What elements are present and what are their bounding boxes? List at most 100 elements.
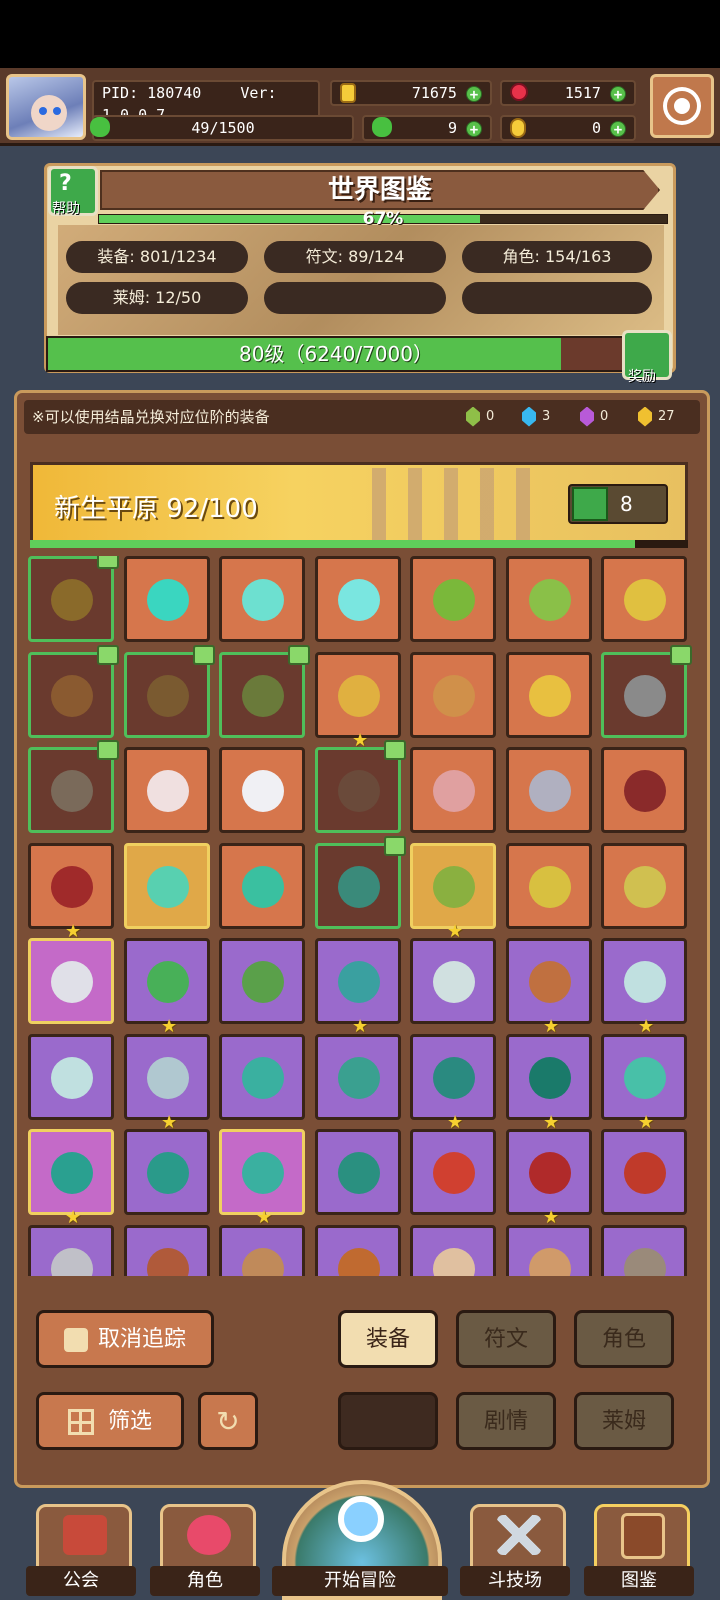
equipment-slot[interactable] bbox=[219, 938, 305, 1024]
equipment-item-icon bbox=[529, 1057, 571, 1099]
tracked-thumbs-up-icon bbox=[97, 645, 119, 665]
equipment-slot[interactable] bbox=[315, 1225, 401, 1276]
crystal-counter: 27 bbox=[638, 406, 675, 428]
equipment-slot[interactable] bbox=[219, 1034, 305, 1120]
equipment-slot[interactable] bbox=[506, 556, 592, 642]
equipment-slot[interactable] bbox=[124, 1225, 210, 1276]
equipment-slot[interactable] bbox=[28, 556, 119, 642]
equipment-slot[interactable] bbox=[315, 740, 406, 833]
equipment-slot[interactable]: ★ bbox=[124, 938, 210, 1036]
equipment-item-icon bbox=[147, 1248, 189, 1276]
equipment-slot[interactable] bbox=[410, 556, 496, 642]
equipment-slot[interactable] bbox=[124, 645, 215, 738]
notice-text: ※可以使用结晶兑换对应位阶的装备 bbox=[32, 408, 270, 426]
stat-slime: 莱姆: 12/50 bbox=[66, 282, 248, 314]
tracked-thumbs-up-icon bbox=[97, 740, 119, 760]
equipment-slot[interactable] bbox=[219, 843, 305, 929]
equipment-item-icon bbox=[529, 675, 571, 717]
equipment-slot[interactable] bbox=[124, 747, 210, 833]
equipment-slot[interactable] bbox=[28, 740, 119, 833]
equipment-slot[interactable] bbox=[601, 843, 687, 929]
equipment-slot[interactable]: ★ bbox=[124, 1034, 210, 1132]
equipment-slot[interactable] bbox=[601, 1129, 687, 1215]
stamina-bar: 49/1500 bbox=[90, 115, 354, 141]
equipment-slot[interactable] bbox=[410, 1129, 496, 1215]
equipment-slot[interactable] bbox=[410, 1225, 496, 1276]
equipment-slot[interactable] bbox=[124, 843, 210, 929]
tab-slime[interactable]: 莱姆 bbox=[574, 1392, 674, 1450]
equipment-slot[interactable]: ★ bbox=[410, 843, 496, 941]
gem-bar: 1517 + bbox=[500, 80, 636, 106]
add-coin-button[interactable]: + bbox=[466, 85, 482, 103]
question-icon: ? bbox=[59, 171, 72, 196]
equipment-slot[interactable] bbox=[124, 556, 210, 642]
equipment-slot[interactable]: ★ bbox=[601, 1034, 687, 1132]
equipment-slot[interactable]: ★ bbox=[601, 938, 687, 1036]
equipment-item-icon bbox=[338, 1057, 380, 1099]
equipment-slot[interactable] bbox=[410, 652, 496, 738]
equipment-slot[interactable]: ★ bbox=[410, 1034, 496, 1132]
equipment-item-icon bbox=[242, 961, 284, 1003]
equipment-slot[interactable] bbox=[601, 556, 687, 642]
equipment-slot[interactable] bbox=[124, 1129, 210, 1215]
tab-rune[interactable]: 符文 bbox=[456, 1310, 556, 1368]
equipment-item-icon bbox=[242, 1152, 284, 1194]
crossed-swords-icon bbox=[497, 1515, 541, 1555]
tab-equipment[interactable]: 装备 bbox=[338, 1310, 438, 1368]
settings-gear-icon[interactable] bbox=[650, 74, 714, 138]
equipment-slot[interactable]: ★ bbox=[315, 938, 401, 1036]
tracked-thumbs-up-icon bbox=[384, 836, 406, 856]
equipment-slot[interactable] bbox=[28, 938, 114, 1024]
equipment-slot[interactable] bbox=[410, 747, 496, 833]
crystal-count: 0 bbox=[486, 409, 495, 424]
equipment-slot[interactable] bbox=[410, 938, 496, 1024]
equipment-slot[interactable] bbox=[601, 747, 687, 833]
refresh-button[interactable]: ↻ bbox=[198, 1392, 258, 1450]
equipment-slot[interactable] bbox=[219, 556, 305, 642]
equipment-slot[interactable] bbox=[315, 836, 406, 929]
equipment-slot[interactable]: ★ bbox=[219, 1129, 305, 1227]
region-progress-bar bbox=[30, 540, 688, 548]
untrack-button[interactable]: 取消追踪 bbox=[36, 1310, 214, 1368]
equipment-slot[interactable] bbox=[506, 652, 592, 738]
add-gem-button[interactable]: + bbox=[610, 85, 626, 103]
equipment-slot[interactable]: ★ bbox=[28, 1129, 114, 1227]
stat-equipment: 装备: 801/1234 bbox=[66, 241, 248, 273]
equipment-item-icon bbox=[624, 1248, 666, 1276]
equipment-slot[interactable] bbox=[506, 747, 592, 833]
equipment-item-icon bbox=[338, 961, 380, 1003]
equipment-slot[interactable]: ★ bbox=[506, 938, 592, 1036]
equipment-slot[interactable] bbox=[28, 1034, 114, 1120]
equipment-item-icon bbox=[242, 675, 284, 717]
crystal-icon bbox=[580, 406, 594, 427]
equipment-slot[interactable] bbox=[219, 747, 305, 833]
equipment-item-icon bbox=[147, 675, 189, 717]
guild-building-icon bbox=[63, 1515, 107, 1555]
equipment-slot[interactable] bbox=[315, 1129, 401, 1215]
add-key-button[interactable]: + bbox=[610, 120, 626, 138]
equipment-slot[interactable] bbox=[219, 1225, 305, 1276]
equipment-slot[interactable] bbox=[219, 645, 310, 738]
equipment-slot[interactable] bbox=[601, 645, 692, 738]
tab-character[interactable]: 角色 bbox=[574, 1310, 674, 1368]
equipment-slot[interactable] bbox=[28, 645, 119, 738]
equipment-slot[interactable] bbox=[315, 1034, 401, 1120]
equipment-slot[interactable] bbox=[506, 1225, 592, 1276]
equipment-slot[interactable]: ★ bbox=[506, 1034, 592, 1132]
equipment-slot[interactable]: ★ bbox=[315, 652, 401, 750]
level-text: 80级（6240/7000） bbox=[239, 342, 433, 366]
equipment-item-icon bbox=[529, 770, 571, 812]
equipment-slot[interactable] bbox=[601, 1225, 687, 1276]
gem-icon bbox=[510, 83, 528, 101]
equipment-slot[interactable]: ★ bbox=[28, 843, 114, 941]
filter-button[interactable]: 筛选 bbox=[36, 1392, 184, 1450]
equipment-item-icon bbox=[51, 770, 93, 812]
equipment-slot[interactable] bbox=[315, 556, 401, 642]
equipment-slot[interactable] bbox=[506, 843, 592, 929]
tab-story[interactable]: 剧情 bbox=[456, 1392, 556, 1450]
player-avatar[interactable] bbox=[6, 74, 86, 140]
add-clover-button[interactable]: + bbox=[466, 120, 482, 138]
equipment-slot[interactable] bbox=[28, 1225, 114, 1276]
equipment-slot[interactable]: ★ bbox=[506, 1129, 592, 1227]
tracked-thumbs-up-icon bbox=[193, 645, 215, 665]
